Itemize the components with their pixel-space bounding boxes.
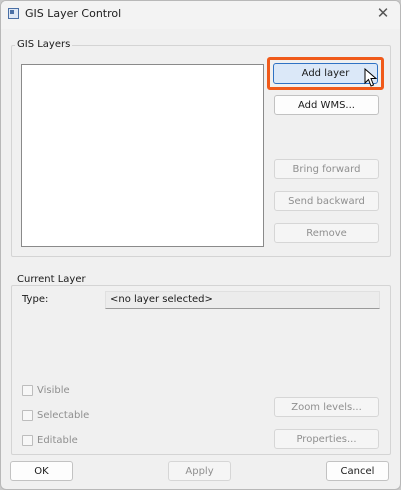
- selectable-checkbox-box[interactable]: [22, 410, 33, 421]
- add-wms-button[interactable]: Add WMS...: [274, 95, 379, 115]
- app-icon: [8, 8, 19, 19]
- type-label: Type:: [22, 294, 49, 305]
- visible-checkbox[interactable]: Visible: [22, 385, 70, 396]
- visible-checkbox-box[interactable]: [22, 385, 33, 396]
- visible-checkbox-label: Visible: [37, 385, 70, 396]
- bring-forward-button[interactable]: Bring forward: [274, 159, 379, 179]
- type-value-field: <no layer selected>: [105, 291, 380, 309]
- editable-checkbox[interactable]: Editable: [22, 435, 78, 446]
- editable-checkbox-box[interactable]: [22, 435, 33, 446]
- properties-button[interactable]: Properties...: [274, 429, 379, 449]
- apply-button[interactable]: Apply: [168, 461, 231, 481]
- layers-listbox[interactable]: [21, 64, 264, 247]
- current-layer-group-label: Current Layer: [15, 274, 88, 285]
- title-bar[interactable]: GIS Layer Control ✕: [1, 1, 400, 29]
- editable-checkbox-label: Editable: [37, 435, 78, 446]
- send-backward-button[interactable]: Send backward: [274, 191, 379, 211]
- selectable-checkbox[interactable]: Selectable: [22, 410, 89, 421]
- gis-layers-group-label: GIS Layers: [15, 39, 73, 50]
- cancel-button[interactable]: Cancel: [326, 461, 389, 481]
- remove-button[interactable]: Remove: [274, 223, 379, 243]
- mouse-cursor-icon: [364, 68, 378, 87]
- zoom-levels-button[interactable]: Zoom levels...: [274, 397, 379, 417]
- close-icon[interactable]: ✕: [375, 5, 391, 21]
- selectable-checkbox-label: Selectable: [37, 410, 90, 421]
- window-title: GIS Layer Control: [25, 7, 122, 20]
- ok-button[interactable]: OK: [10, 461, 73, 481]
- gis-layer-control-dialog: GIS Layer Control ✕ GIS Layers Add layer…: [0, 0, 401, 490]
- add-layer-button[interactable]: Add layer: [273, 63, 378, 84]
